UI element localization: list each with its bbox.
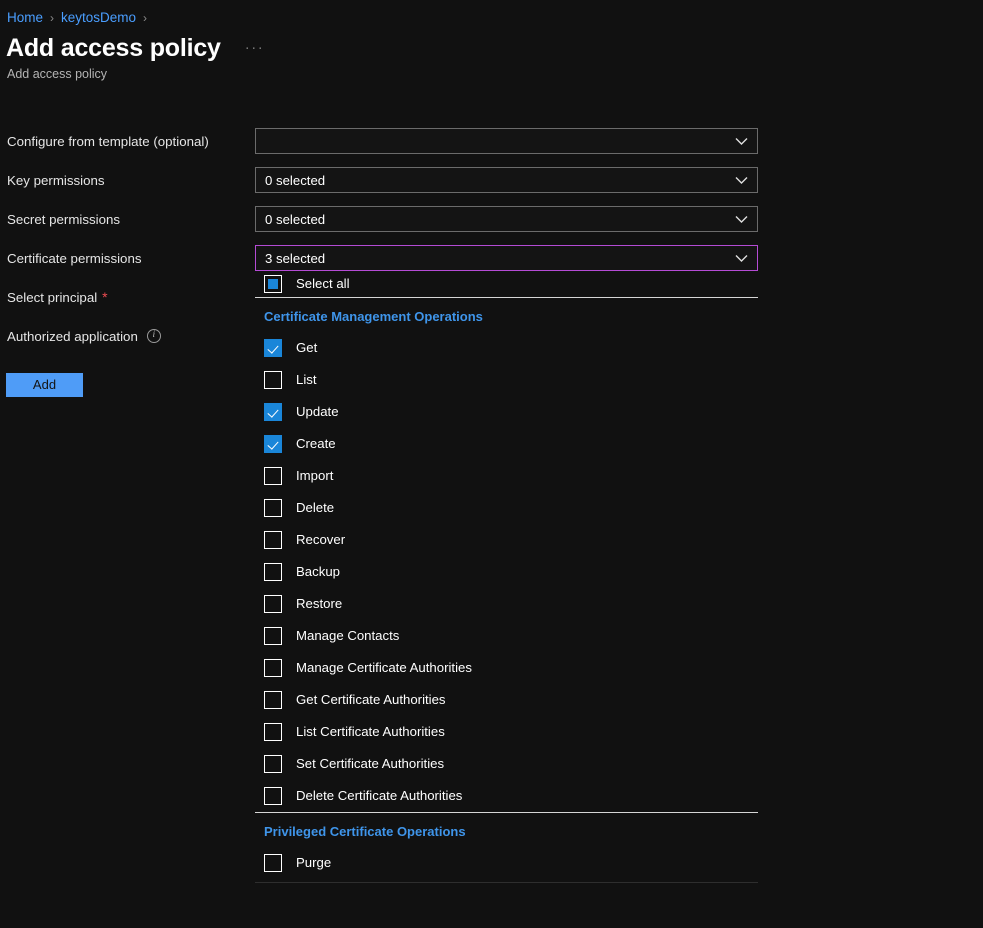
option-checkbox-create[interactable]: [264, 435, 282, 453]
breadcrumb-item-home[interactable]: Home: [7, 8, 43, 28]
option-label-manage-certificate-authorities: Manage Certificate Authorities: [296, 660, 472, 675]
form-row-secret-permissions: Secret permissions 0 selected: [0, 206, 983, 245]
option-label-set-certificate-authorities: Set Certificate Authorities: [296, 756, 445, 771]
certificate-permissions-panel: Select all Certificate Management Operat…: [255, 271, 758, 883]
configure-from-template-dropdown[interactable]: [255, 128, 758, 154]
add-button[interactable]: Add: [6, 373, 83, 397]
label-text: Select principal: [7, 289, 98, 305]
option-update[interactable]: Update: [255, 396, 758, 428]
form-row-configure-from-template: Configure from template (optional): [0, 128, 983, 167]
label-configure-from-template: Configure from template (optional): [7, 128, 209, 154]
option-checkbox-restore[interactable]: [264, 595, 282, 613]
option-restore[interactable]: Restore: [255, 588, 758, 620]
label-text: Key permissions: [7, 172, 105, 188]
option-list[interactable]: List: [255, 364, 758, 396]
page-title: Add access policy: [6, 34, 221, 62]
option-label-manage-contacts: Manage Contacts: [296, 628, 400, 643]
label-select-principal: Select principal *: [7, 284, 108, 310]
option-checkbox-list[interactable]: [264, 371, 282, 389]
chevron-down-icon: [733, 172, 749, 188]
form-row-key-permissions: Key permissions 0 selected: [0, 167, 983, 206]
option-label-delete: Delete: [296, 500, 335, 515]
option-list-certificate-authorities[interactable]: List Certificate Authorities: [255, 716, 758, 748]
option-checkbox-manage-certificate-authorities[interactable]: [264, 659, 282, 677]
page-subtitle: Add access policy: [7, 67, 108, 81]
select-all-label: Select all: [296, 276, 350, 291]
option-backup[interactable]: Backup: [255, 556, 758, 588]
more-options-icon[interactable]: ···: [241, 33, 269, 63]
option-label-list: List: [296, 372, 317, 387]
group-title-privileged-certificate-operations: Privileged Certificate Operations: [264, 824, 466, 839]
certificate-permissions-dropdown[interactable]: 3 selected: [255, 245, 758, 271]
option-label-list-certificate-authorities: List Certificate Authorities: [296, 724, 445, 739]
option-label-purge: Purge: [296, 855, 332, 870]
key-permissions-dropdown[interactable]: 0 selected: [255, 167, 758, 193]
option-get-certificate-authorities[interactable]: Get Certificate Authorities: [255, 684, 758, 716]
option-checkbox-set-certificate-authorities[interactable]: [264, 755, 282, 773]
breadcrumb-separator-icon: ›: [143, 11, 148, 25]
option-label-backup: Backup: [296, 564, 340, 579]
option-label-import: Import: [296, 468, 334, 483]
option-label-delete-certificate-authorities: Delete Certificate Authorities: [296, 788, 463, 803]
chevron-down-icon: [733, 133, 749, 149]
breadcrumb: Home › keytosDemo ›: [7, 8, 154, 28]
option-label-recover: Recover: [296, 532, 346, 547]
secret-permissions-dropdown[interactable]: 0 selected: [255, 206, 758, 232]
option-label-get-certificate-authorities: Get Certificate Authorities: [296, 692, 446, 707]
option-checkbox-recover[interactable]: [264, 531, 282, 549]
option-import[interactable]: Import: [255, 460, 758, 492]
group-title-certificate-management-operations: Certificate Management Operations: [264, 309, 483, 324]
label-key-permissions: Key permissions: [7, 167, 105, 193]
option-manage-certificate-authorities[interactable]: Manage Certificate Authorities: [255, 652, 758, 684]
chevron-down-icon: [733, 211, 749, 227]
option-delete-certificate-authorities[interactable]: Delete Certificate Authorities: [255, 780, 758, 812]
page-title-row: Add access policy ···: [6, 33, 268, 63]
option-checkbox-delete[interactable]: [264, 499, 282, 517]
chevron-down-icon: [733, 250, 749, 266]
option-label-create: Create: [296, 436, 336, 451]
option-label-get: Get: [296, 340, 318, 355]
option-checkbox-update[interactable]: [264, 403, 282, 421]
secret-permissions-value: 0 selected: [265, 211, 326, 227]
select-all-option[interactable]: Select all: [255, 271, 758, 297]
option-purge[interactable]: Purge: [255, 847, 758, 879]
required-asterisk: *: [102, 289, 108, 305]
label-text: Configure from template (optional): [7, 133, 209, 149]
label-text: Authorized application: [7, 328, 138, 344]
option-checkbox-get[interactable]: [264, 339, 282, 357]
label-secret-permissions: Secret permissions: [7, 206, 120, 232]
option-get[interactable]: Get: [255, 332, 758, 364]
label-authorized-application: Authorized application i: [7, 323, 161, 349]
option-manage-contacts[interactable]: Manage Contacts: [255, 620, 758, 652]
option-create[interactable]: Create: [255, 428, 758, 460]
option-checkbox-manage-contacts[interactable]: [264, 627, 282, 645]
add-access-policy-page: Home › keytosDemo › Add access policy ··…: [0, 0, 983, 928]
select-all-checkbox[interactable]: [264, 275, 282, 293]
label-text: Secret permissions: [7, 211, 121, 227]
option-checkbox-import[interactable]: [264, 467, 282, 485]
option-checkbox-purge[interactable]: [264, 854, 282, 872]
label-text: Certificate permissions: [7, 250, 142, 266]
option-checkbox-get-certificate-authorities[interactable]: [264, 691, 282, 709]
option-label-update: Update: [296, 404, 339, 419]
label-certificate-permissions: Certificate permissions: [7, 245, 142, 271]
key-permissions-value: 0 selected: [265, 172, 326, 188]
permission-group-management: Certificate Management Operations Get Li…: [255, 298, 758, 812]
option-set-certificate-authorities[interactable]: Set Certificate Authorities: [255, 748, 758, 780]
permission-group-privileged: Privileged Certificate Operations Purge: [255, 813, 758, 879]
breadcrumb-separator-icon: ›: [50, 11, 55, 25]
option-checkbox-list-certificate-authorities[interactable]: [264, 723, 282, 741]
option-recover[interactable]: Recover: [255, 524, 758, 556]
option-delete[interactable]: Delete: [255, 492, 758, 524]
option-checkbox-backup[interactable]: [264, 563, 282, 581]
certificate-permissions-value: 3 selected: [265, 250, 326, 266]
breadcrumb-item-keytosdemo[interactable]: keytosDemo: [61, 8, 136, 28]
option-checkbox-delete-certificate-authorities[interactable]: [264, 787, 282, 805]
info-icon[interactable]: i: [146, 329, 161, 343]
option-label-restore: Restore: [296, 596, 343, 611]
